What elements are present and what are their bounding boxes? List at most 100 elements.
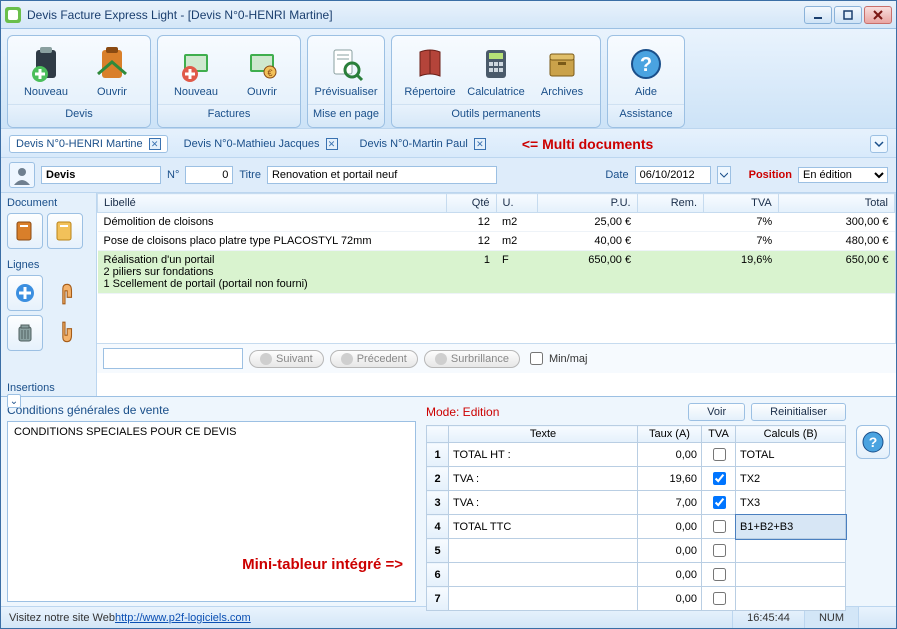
ribbon-clipboard-open-button[interactable]: Ouvrir bbox=[80, 40, 144, 102]
line-items-table[interactable]: Libellé Qté U. P.U. Rem. TVA Total Démol… bbox=[97, 193, 895, 294]
tab-close-icon[interactable]: ✕ bbox=[149, 138, 161, 150]
table-row[interactable]: Pose de cloisons placo platre type PLACO… bbox=[98, 232, 895, 251]
ribbon-directory-button[interactable]: Répertoire bbox=[398, 40, 462, 102]
mini-tva-checkbox[interactable] bbox=[713, 592, 726, 605]
highlight-icon bbox=[435, 353, 447, 365]
close-button[interactable] bbox=[864, 6, 892, 24]
search-next-button[interactable]: Suivant bbox=[249, 350, 324, 368]
mini-col-calculs[interactable]: Calculs (B) bbox=[736, 426, 846, 443]
document-type-input[interactable] bbox=[41, 166, 161, 184]
ribbon-invoice-new-button[interactable]: Nouveau bbox=[164, 40, 228, 102]
line-search-bar: Suivant Précedent Surbrillance Min/maj bbox=[97, 343, 896, 373]
col-libelle[interactable]: Libellé bbox=[98, 194, 447, 213]
ribbon-preview-button[interactable]: Prévisualiser bbox=[314, 40, 378, 102]
ribbon-calculator-button[interactable]: Calculatrice bbox=[464, 40, 528, 102]
clipboard-open-icon bbox=[92, 44, 132, 84]
document-tool-1[interactable] bbox=[7, 213, 43, 249]
mini-col-texte[interactable]: Texte bbox=[449, 426, 638, 443]
mini-row[interactable]: 1TOTAL HT :0,00TOTAL bbox=[427, 443, 846, 467]
mini-tva-checkbox[interactable] bbox=[713, 472, 726, 485]
document-header: N° Titre Date Position En édition bbox=[1, 158, 896, 193]
mini-spreadsheet: Mode: Edition Voir Reinitialiser Texte T… bbox=[426, 403, 846, 602]
col-u[interactable]: U. bbox=[496, 194, 538, 213]
document-tool-2[interactable] bbox=[47, 213, 83, 249]
help-button[interactable]: ? bbox=[856, 425, 890, 459]
cgv-body-text: CONDITIONS SPECIALES POUR CE DEVIS bbox=[14, 426, 409, 438]
lower-pane: Conditions générales de vente CONDITIONS… bbox=[1, 396, 896, 606]
ribbon-clipboard-new-button[interactable]: Nouveau bbox=[14, 40, 78, 102]
ribbon-btn-label: Nouveau bbox=[174, 86, 218, 98]
ribbon-help-button[interactable]: ?Aide bbox=[614, 40, 678, 102]
mini-col-taux[interactable]: Taux (A) bbox=[638, 426, 702, 443]
mini-tva-checkbox[interactable] bbox=[713, 520, 726, 533]
mini-col-tva[interactable]: TVA bbox=[702, 426, 736, 443]
app-window: Devis Facture Express Light - [Devis N°0… bbox=[0, 0, 897, 629]
ribbon-group-label: Assistance bbox=[608, 104, 684, 127]
date-picker-button[interactable] bbox=[717, 166, 731, 184]
ribbon-group-label: Factures bbox=[158, 104, 300, 127]
col-rem[interactable]: Rem. bbox=[637, 194, 703, 213]
minimize-button[interactable] bbox=[804, 6, 832, 24]
collapse-lower-button[interactable]: ⌄ bbox=[7, 394, 21, 408]
ribbon-group-outils-permanents: RépertoireCalculatriceArchivesOutils per… bbox=[391, 35, 601, 128]
col-pu[interactable]: P.U. bbox=[538, 194, 638, 213]
mini-row[interactable]: 4TOTAL TTC0,00B1+B2+B3 bbox=[427, 515, 846, 539]
ribbon-btn-label: Prévisualiser bbox=[315, 86, 378, 98]
multi-documents-callout: <= Multi documents bbox=[522, 136, 653, 152]
line-point-up-icon[interactable] bbox=[47, 275, 83, 311]
line-point-down-icon[interactable] bbox=[47, 315, 83, 351]
tab-close-icon[interactable]: ✕ bbox=[474, 138, 486, 150]
invoice-new-icon bbox=[176, 44, 216, 84]
document-title-input[interactable] bbox=[267, 166, 497, 184]
line-delete-button[interactable] bbox=[7, 315, 43, 351]
col-total[interactable]: Total bbox=[778, 194, 894, 213]
maximize-button[interactable] bbox=[834, 6, 862, 24]
document-number-input[interactable] bbox=[185, 166, 233, 184]
col-qte[interactable]: Qté bbox=[446, 194, 496, 213]
line-items-area: Libellé Qté U. P.U. Rem. TVA Total Démol… bbox=[97, 193, 896, 396]
cgv-textarea[interactable]: CONDITIONS SPECIALES POUR CE DEVIS Mini-… bbox=[7, 421, 416, 602]
table-row[interactable]: Réalisation d'un portail 2 piliers sur f… bbox=[98, 251, 895, 294]
document-date-input[interactable] bbox=[635, 166, 711, 184]
search-case-checkbox[interactable]: Min/maj bbox=[526, 349, 588, 368]
ribbon: NouveauOuvrirDevisNouveau€OuvrirFactures… bbox=[1, 29, 896, 128]
mini-row[interactable]: 2TVA :19,60TX2 bbox=[427, 467, 846, 491]
mini-tva-checkbox[interactable] bbox=[713, 448, 726, 461]
document-tab[interactable]: Devis N°0-Martin Paul✕ bbox=[354, 135, 492, 153]
search-prev-button[interactable]: Précedent bbox=[330, 350, 418, 368]
status-website-link[interactable]: http://www.p2f-logiciels.com bbox=[115, 612, 251, 624]
tabs-more-button[interactable] bbox=[870, 135, 888, 153]
mini-row[interactable]: 50,00 bbox=[427, 539, 846, 563]
ribbon-btn-label: Répertoire bbox=[404, 86, 455, 98]
col-tva[interactable]: TVA bbox=[704, 194, 779, 213]
arrow-left-icon bbox=[341, 353, 353, 365]
document-tab[interactable]: Devis N°0-Mathieu Jacques✕ bbox=[178, 135, 344, 153]
status-text: Visitez notre site Web bbox=[9, 612, 115, 624]
date-label: Date bbox=[605, 169, 628, 181]
mini-row[interactable]: 70,00 bbox=[427, 587, 846, 611]
ribbon-group-label: Devis bbox=[8, 104, 150, 127]
preview-icon bbox=[326, 44, 366, 84]
position-label: Position bbox=[749, 169, 792, 181]
line-search-input[interactable] bbox=[103, 348, 243, 369]
ribbon-btn-label: Ouvrir bbox=[97, 86, 127, 98]
position-select[interactable]: En édition bbox=[798, 167, 888, 183]
search-highlight-button[interactable]: Surbrillance bbox=[424, 350, 520, 368]
arrow-right-icon bbox=[260, 353, 272, 365]
mini-table[interactable]: Texte Taux (A) TVA Calculs (B) 1TOTAL HT… bbox=[426, 425, 846, 611]
mini-tva-checkbox[interactable] bbox=[713, 496, 726, 509]
document-tab[interactable]: Devis N°0-HENRI Martine✕ bbox=[9, 135, 168, 153]
line-add-button[interactable] bbox=[7, 275, 43, 311]
table-row[interactable]: Démolition de cloisons12m225,00 €7%300,0… bbox=[98, 213, 895, 232]
mini-reset-button[interactable]: Reinitialiser bbox=[751, 403, 846, 421]
ribbon-invoice-open-button[interactable]: €Ouvrir bbox=[230, 40, 294, 102]
tab-close-icon[interactable]: ✕ bbox=[326, 138, 338, 150]
cgv-title: Conditions générales de vente bbox=[7, 403, 416, 417]
mini-voir-button[interactable]: Voir bbox=[688, 403, 745, 421]
mini-tva-checkbox[interactable] bbox=[713, 544, 726, 557]
mini-tva-checkbox[interactable] bbox=[713, 568, 726, 581]
mini-row[interactable]: 60,00 bbox=[427, 563, 846, 587]
ribbon-archives-button[interactable]: Archives bbox=[530, 40, 594, 102]
client-avatar-icon[interactable] bbox=[9, 162, 35, 188]
mini-row[interactable]: 3TVA :7,00TX3 bbox=[427, 491, 846, 515]
